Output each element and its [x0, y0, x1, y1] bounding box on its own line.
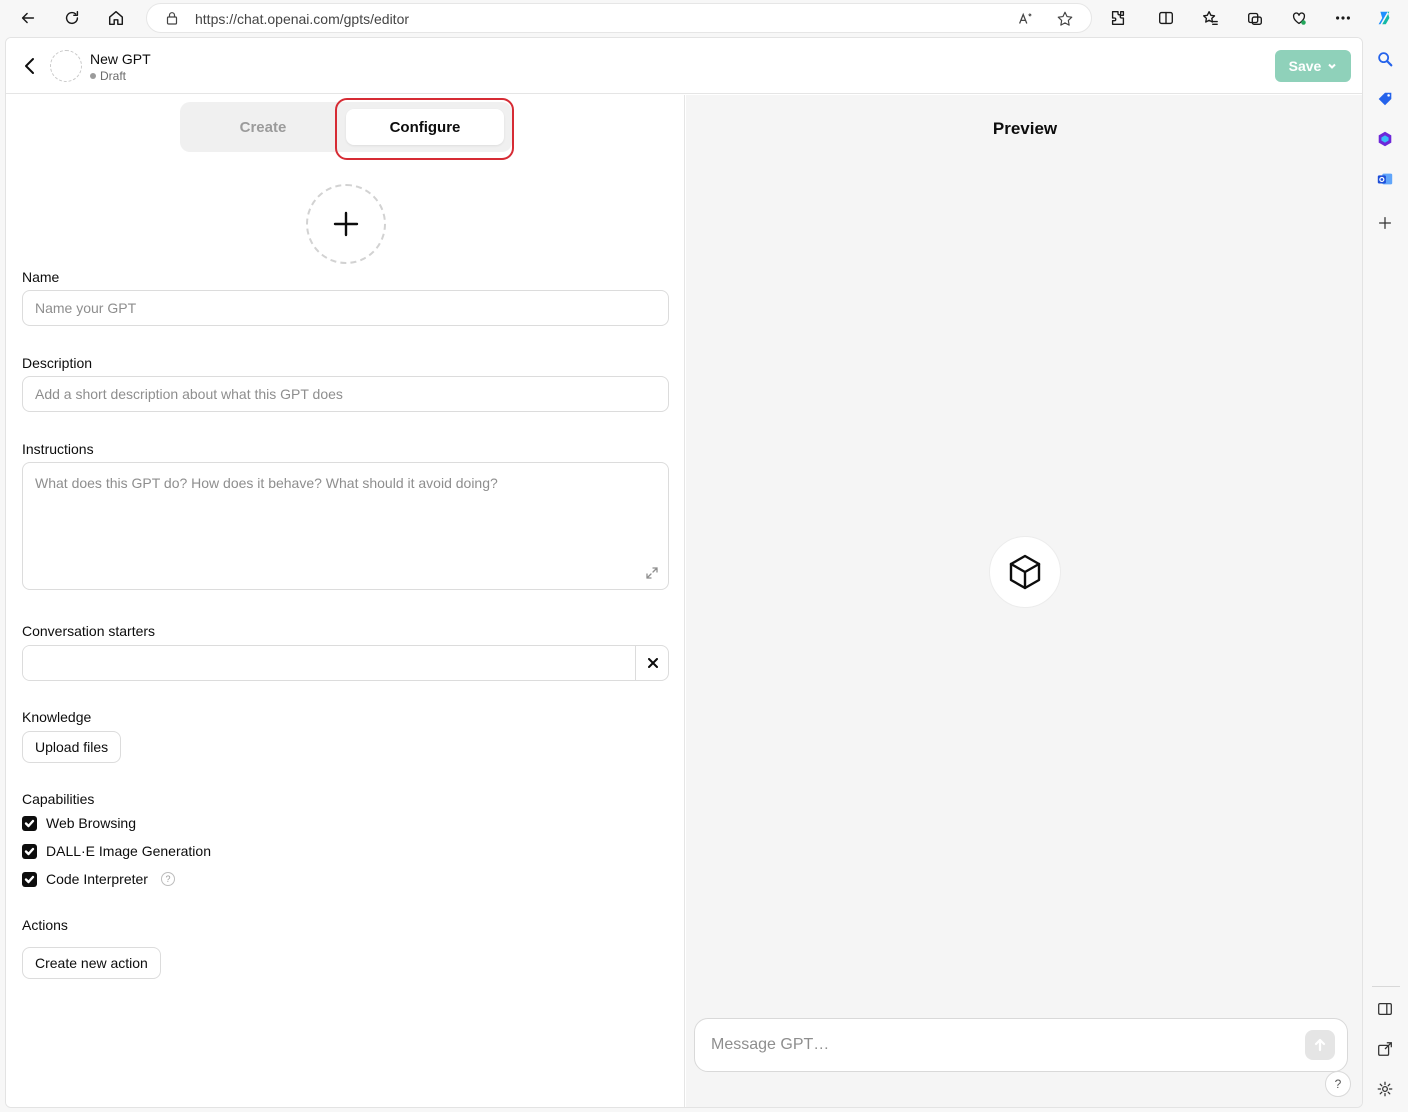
- read-aloud-icon[interactable]: [1015, 9, 1035, 29]
- capability-dalle: DALL·E Image Generation: [22, 841, 211, 861]
- plus-icon: [333, 211, 359, 237]
- collections-icon[interactable]: [1243, 6, 1267, 30]
- instructions-textarea[interactable]: [22, 462, 669, 590]
- create-new-action-button[interactable]: Create new action: [22, 947, 161, 979]
- capability-code-interpreter: Code Interpreter ?: [22, 869, 175, 889]
- url-text[interactable]: https://chat.openai.com/gpts/editor: [195, 11, 409, 27]
- help-question-icon[interactable]: ?: [160, 872, 175, 886]
- send-button[interactable]: [1305, 1030, 1335, 1060]
- capability-label: DALL·E Image Generation: [46, 843, 211, 859]
- arrow-up-icon: [1314, 1038, 1326, 1052]
- actions-label: Actions: [22, 917, 68, 933]
- save-button-label: Save: [1288, 58, 1322, 74]
- gpt-title: New GPT: [90, 51, 151, 67]
- conversation-starter-row: [22, 645, 669, 681]
- name-label: Name: [22, 269, 60, 285]
- chevron-down-icon: [1328, 63, 1337, 69]
- edge-sidebar: [1364, 36, 1408, 1112]
- checkmark-icon: [24, 819, 35, 827]
- status-dot-icon: [90, 73, 96, 79]
- avatar-upload-button[interactable]: [306, 184, 386, 264]
- browser-essentials-icon[interactable]: [1287, 6, 1311, 30]
- outlook-icon[interactable]: [1374, 168, 1396, 190]
- upload-files-button[interactable]: Upload files: [22, 731, 122, 763]
- capabilities-label: Capabilities: [22, 791, 95, 807]
- description-label: Description: [22, 355, 93, 371]
- gpt-status: Draft: [90, 69, 126, 83]
- address-bar[interactable]: https://chat.openai.com/gpts/editor: [146, 3, 1092, 33]
- instructions-label: Instructions: [22, 441, 94, 457]
- expand-icon[interactable]: [645, 566, 659, 580]
- remove-starter-button[interactable]: [635, 646, 668, 680]
- copilot-icon[interactable]: [1372, 6, 1396, 30]
- description-input[interactable]: [22, 376, 669, 412]
- favorite-star-icon[interactable]: [1055, 9, 1075, 29]
- checkmark-icon: [24, 847, 35, 855]
- dalle-checkbox[interactable]: [22, 843, 37, 859]
- name-input[interactable]: [22, 290, 669, 326]
- conversation-starter-input[interactable]: [23, 646, 635, 680]
- tab-configure[interactable]: Configure: [346, 109, 504, 145]
- gpt-avatar: [50, 50, 82, 82]
- open-external-icon[interactable]: [1374, 1038, 1396, 1060]
- save-button[interactable]: Save: [1275, 50, 1351, 82]
- sidebar-divider: [1372, 986, 1400, 987]
- shopping-tag-icon[interactable]: [1374, 88, 1396, 110]
- status-text: Draft: [100, 69, 127, 83]
- checkmark-icon: [24, 875, 35, 883]
- capability-web-browsing: Web Browsing: [22, 813, 136, 833]
- home-icon[interactable]: [102, 4, 130, 32]
- preview-title: Preview: [992, 119, 1058, 138]
- capability-label: Web Browsing: [46, 815, 137, 831]
- close-icon: [647, 658, 658, 668]
- split-screen-icon[interactable]: [1154, 6, 1178, 30]
- editor-header: New GPT Draft Save: [6, 38, 1362, 94]
- add-icon[interactable]: [1374, 212, 1396, 234]
- conversation-starters-label: Conversation starters: [22, 623, 156, 639]
- office-icon[interactable]: [1374, 128, 1396, 150]
- capability-label: Code Interpreter: [46, 871, 148, 887]
- gpt-editor-page: New GPT Draft Save Create Configure Name…: [5, 37, 1363, 1108]
- knowledge-label: Knowledge: [22, 709, 92, 725]
- back-arrow-icon[interactable]: [14, 4, 42, 32]
- help-button[interactable]: ?: [1325, 1071, 1351, 1097]
- lock-icon[interactable]: [165, 11, 179, 25]
- hide-sidebar-icon[interactable]: [1374, 998, 1396, 1020]
- mode-tabs: Create Configure: [180, 102, 512, 152]
- settings-gear-icon[interactable]: [1374, 1078, 1396, 1100]
- tab-create[interactable]: Create: [180, 102, 346, 152]
- web-browsing-checkbox[interactable]: [22, 815, 37, 831]
- browser-toolbar: https://chat.openai.com/gpts/editor: [0, 0, 1408, 36]
- configure-panel: Create Configure Name Description Instru…: [6, 95, 685, 1107]
- more-options-icon[interactable]: [1331, 6, 1355, 30]
- extensions-icon[interactable]: [1106, 6, 1130, 30]
- search-icon[interactable]: [1374, 48, 1396, 70]
- back-chevron-icon[interactable]: [20, 54, 40, 78]
- refresh-icon[interactable]: [58, 4, 86, 32]
- favorites-icon[interactable]: [1198, 6, 1222, 30]
- code-interpreter-checkbox[interactable]: [22, 871, 37, 887]
- gpt-cube-icon: [989, 536, 1061, 608]
- message-composer: [694, 1018, 1348, 1072]
- message-input[interactable]: [711, 1019, 1291, 1071]
- preview-panel: Preview ?: [686, 95, 1362, 1107]
